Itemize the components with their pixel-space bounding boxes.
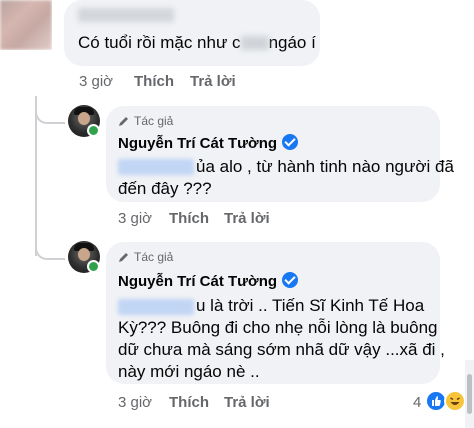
mention-redacted[interactable] [118,299,194,315]
scrollbar-thumb[interactable] [467,374,472,414]
mention-redacted[interactable] [118,159,194,175]
comment-text: Có tuổi rồi mặc như c ngáo í [78,32,316,54]
comment-reply-button[interactable]: Trả lời [190,73,236,90]
pen-icon [119,253,128,262]
online-status-dot [87,260,100,273]
author-name-text: Nguyễn Trí Cát Tường [118,135,278,152]
author-tag-label: Tác giả [134,250,174,264]
reply2-time[interactable]: 3 giờ [118,394,152,411]
verified-badge-icon [282,134,299,150]
commenter-avatar[interactable] [0,0,52,50]
reply-text-line-2: đến đây ??? [118,179,212,198]
reply-text-line-3: dữ chưa mà sáng sớm nhã dữ vậy ...xã đi … [118,340,445,359]
thread-connector-2 [35,240,65,260]
reply1-reply-button[interactable]: Trả lời [224,210,270,227]
reply-text-line-2: Kỳ??? Buông đi cho nhẹ nỗi lòng là buông [118,318,438,337]
comment-bubble: Có tuổi rồi mặc như c ngáo í [64,0,320,66]
comment-text-before: Có tuổi rồi mặc như c [78,33,241,52]
author-name-text: Nguyễn Trí Cát Tường [118,273,278,290]
author-name[interactable]: Nguyễn Trí Cát Tường [118,134,299,152]
reply-bubble-2: Tác giả Nguyễn Trí Cát Tường u là trời .… [106,242,445,384]
reply2-like-button[interactable]: Thích [169,394,209,411]
thread-connector-1 [35,96,65,124]
reply-bubble-1: Tác giả Nguyễn Trí Cát Tường ủa alo , từ… [106,106,454,202]
redacted-word [240,36,269,50]
thread-line [35,96,37,256]
author-tag: Tác giả [118,114,173,128]
author-name[interactable]: Nguyễn Trí Cát Tường [118,272,299,290]
verified-badge-icon [282,272,299,288]
comment-text-after: ngáo í [268,33,316,52]
author-tag-label: Tác giả [134,114,174,128]
reply-text-line-1: ủa alo , từ hành tinh nào người đã [196,157,454,176]
author-tag: Tác giả [118,250,173,264]
reply1-like-button[interactable]: Thích [169,210,209,227]
comment-like-button[interactable]: Thích [134,73,174,90]
reply2-reply-button[interactable]: Trả lời [224,394,270,411]
reaction-count[interactable]: 4 [413,394,421,411]
comment-time[interactable]: 3 giờ [79,73,113,90]
reply-text-line-1: u là trời .. Tiến Sĩ Kinh Tế Hoa [196,296,425,315]
reply-text-line-4: này mới ngáo nè .. [118,362,260,381]
pen-icon [119,117,128,126]
scrollbar[interactable] [465,360,474,428]
online-status-dot [87,124,100,137]
haha-icon[interactable] [444,390,466,412]
commenter-name-redacted[interactable] [78,8,174,22]
reply1-time[interactable]: 3 giờ [118,210,152,227]
